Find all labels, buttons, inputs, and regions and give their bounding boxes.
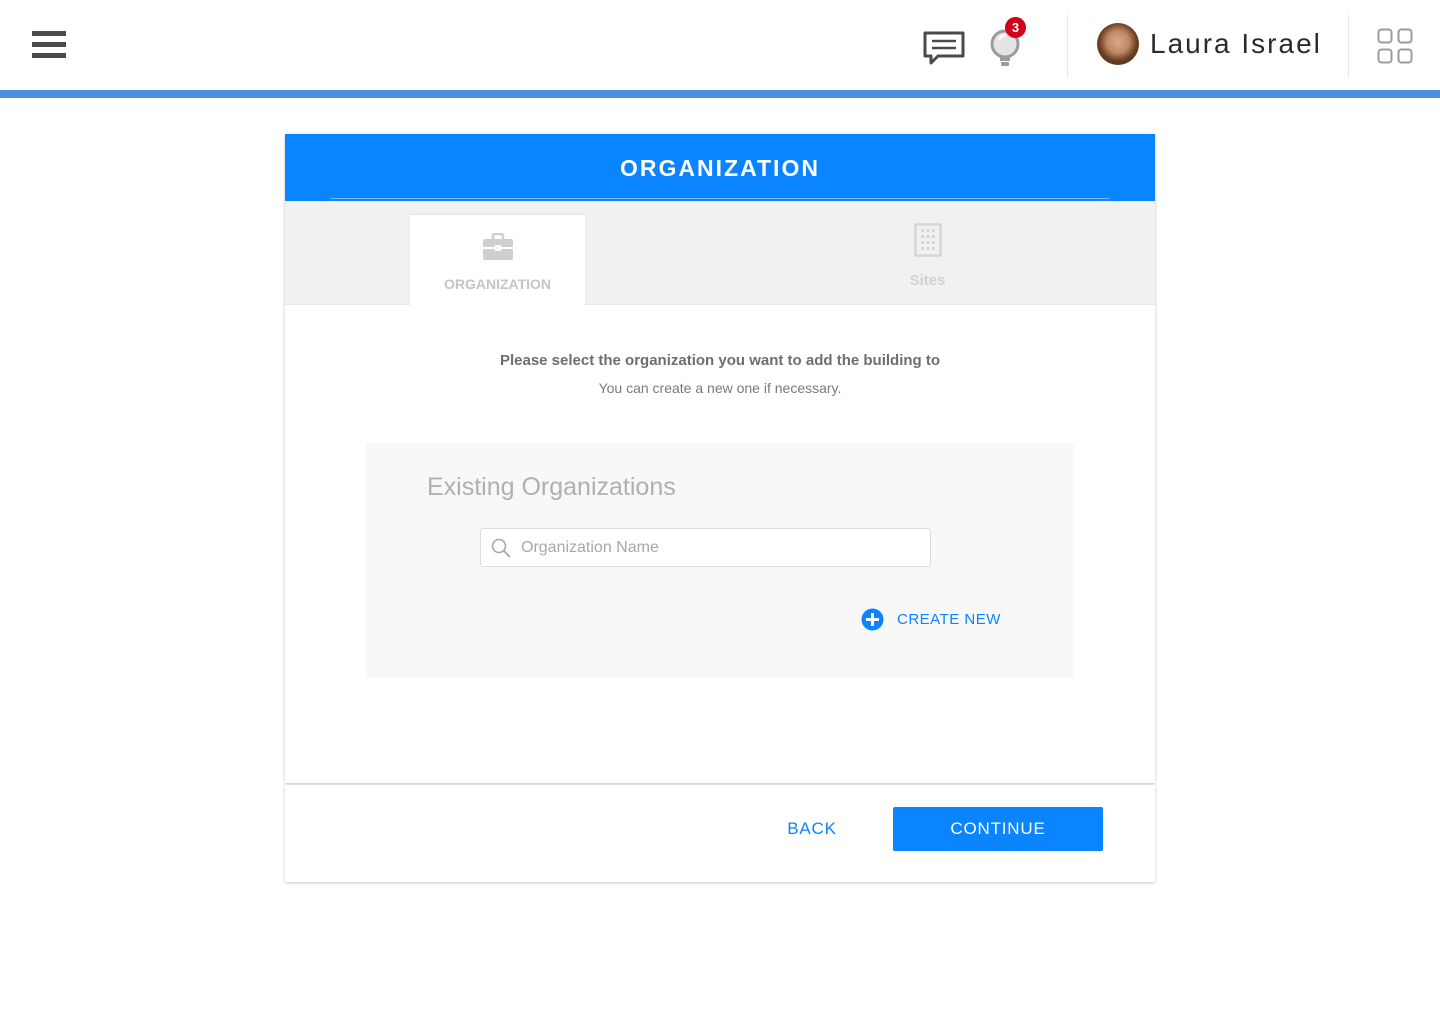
step-tabs: ORGANIZATION Sites — [285, 201, 1155, 306]
hamburger-menu-icon[interactable] — [32, 31, 66, 59]
user-name[interactable]: Laura Israel — [1150, 27, 1322, 61]
intro-subtitle: You can create a new one if necessary. — [598, 380, 842, 396]
search-icon — [491, 538, 511, 558]
notification-count-badge: 3 — [1005, 17, 1026, 38]
organization-card: ORGANIZATION ORGANIZATION Sites Please s… — [285, 134, 1155, 783]
chat-bubble-icon[interactable] — [922, 30, 966, 66]
intro-title: Please select the organization you want … — [499, 352, 941, 369]
back-button[interactable]: BACK — [767, 807, 857, 851]
plus-circle-icon — [861, 608, 884, 631]
tab-sites[interactable]: Sites — [840, 215, 1015, 301]
continue-button[interactable]: CONTINUE — [893, 807, 1103, 851]
divider — [1067, 15, 1068, 77]
divider — [1348, 15, 1349, 77]
card-footer: BACK CONTINUE — [285, 785, 1155, 882]
tab-label: ORGANIZATION — [443, 276, 552, 292]
top-bar: 3 Laura Israel — [0, 0, 1440, 90]
tab-label: Sites — [909, 272, 946, 289]
top-bar-accent-stripe — [0, 90, 1440, 98]
divider — [331, 198, 1109, 199]
organization-search-field[interactable] — [480, 528, 931, 567]
building-icon — [913, 223, 942, 257]
panel-title: Existing Organizations — [427, 473, 676, 501]
avatar[interactable] — [1097, 23, 1139, 65]
briefcase-icon — [482, 232, 514, 261]
card-header: ORGANIZATION — [285, 134, 1155, 201]
existing-organizations-panel: Existing Organizations CREATE NEW — [366, 443, 1073, 678]
tab-organization[interactable]: ORGANIZATION — [410, 215, 585, 306]
organization-search-input[interactable] — [521, 529, 921, 566]
card-title: ORGANIZATION — [620, 155, 820, 181]
create-new-label: CREATE NEW — [897, 611, 1001, 628]
grid-apps-icon[interactable] — [1377, 28, 1413, 64]
